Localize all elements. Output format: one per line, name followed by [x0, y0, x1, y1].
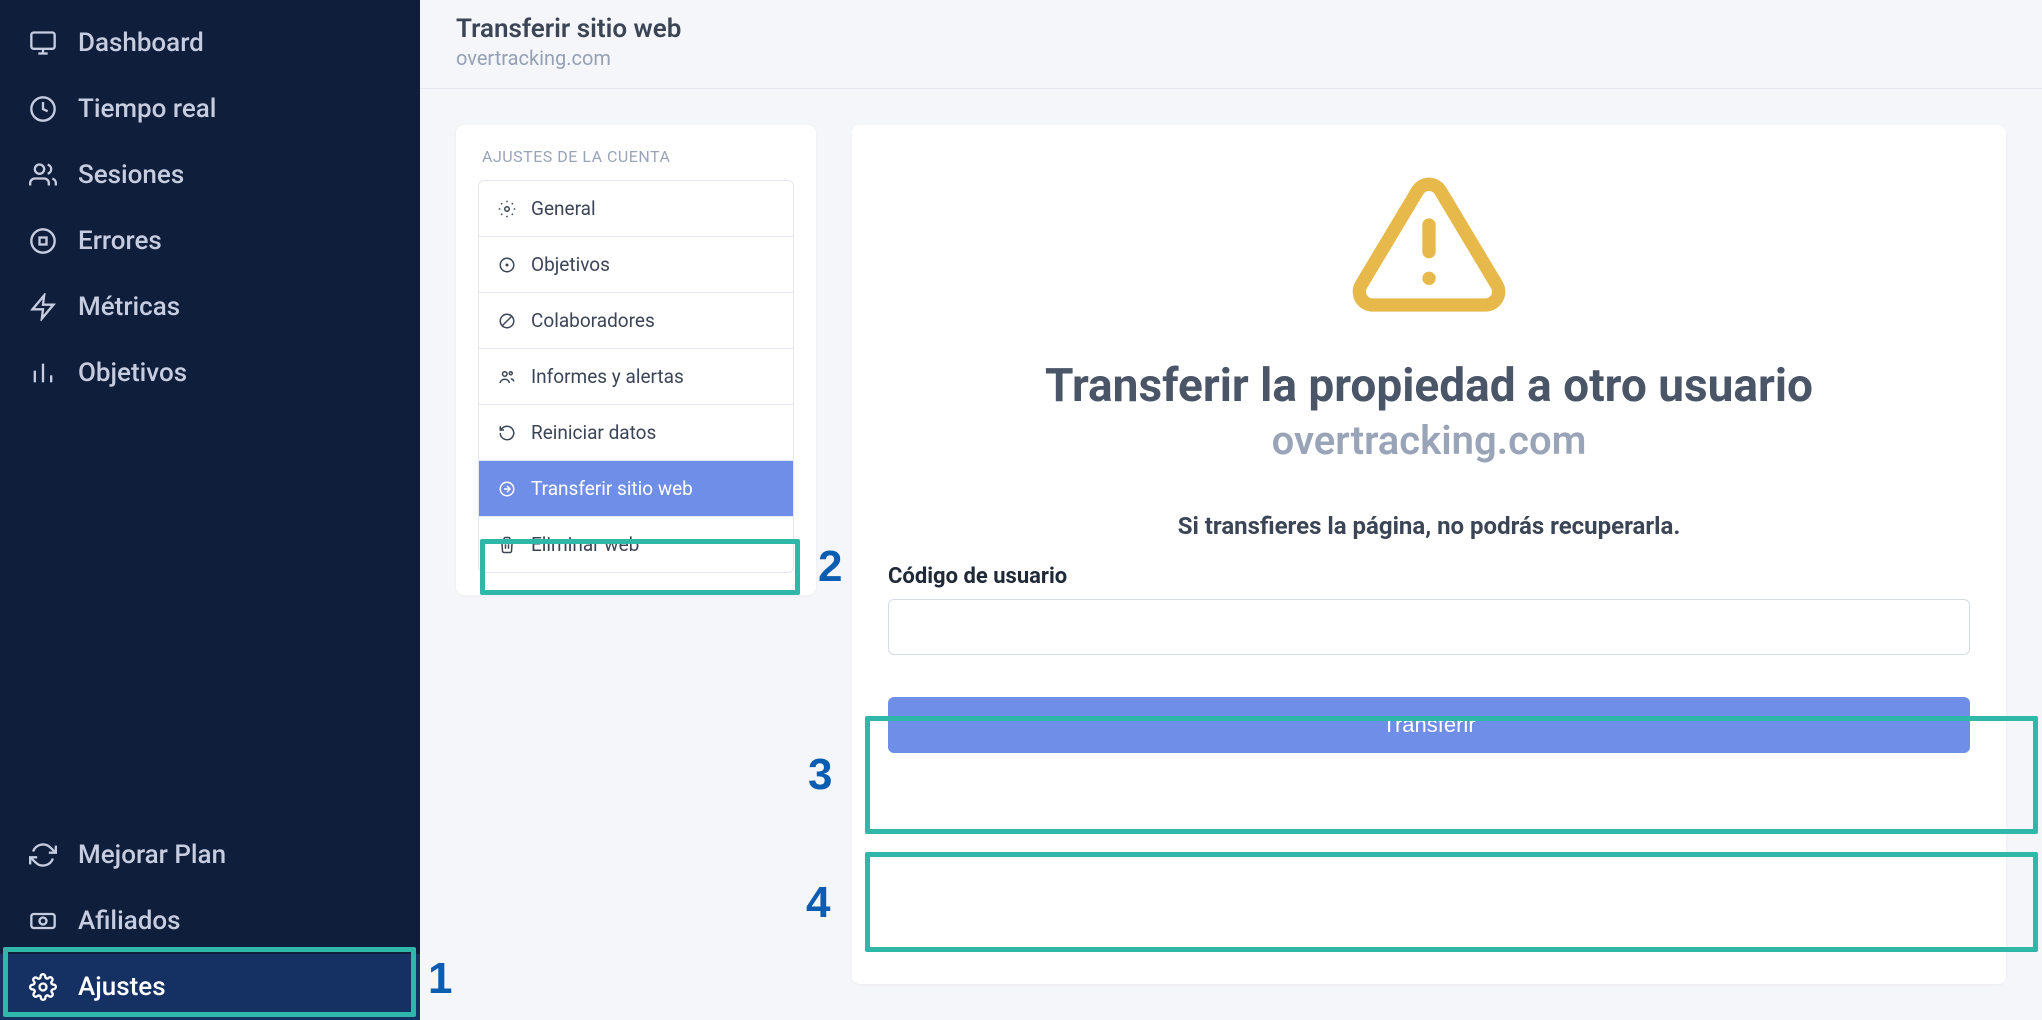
settings-item-label: Objetivos	[531, 253, 610, 276]
sidebar-item-errors[interactable]: Errores	[0, 208, 420, 274]
settings-item-label: Transferir sitio web	[531, 477, 693, 500]
gear-small-icon	[497, 199, 517, 219]
sidebar-item-label: Afiliados	[78, 906, 181, 936]
settings-item-label: Reiniciar datos	[531, 421, 656, 444]
panel-warning: Si transfieres la página, no podrás recu…	[1178, 512, 1681, 540]
settings-item-reports[interactable]: Informes y alertas	[479, 349, 793, 405]
settings-item-objectives[interactable]: Objetivos	[479, 237, 793, 293]
warning-icon	[1339, 165, 1519, 329]
sidebar: Dashboard Tiempo real Sesiones Errores M…	[0, 0, 420, 1020]
settings-item-label: Informes y alertas	[531, 365, 684, 388]
sidebar-item-settings[interactable]: Ajustes	[0, 954, 420, 1020]
page-subtitle: overtracking.com	[456, 46, 2006, 70]
panel-domain: overtracking.com	[1272, 417, 1587, 464]
sidebar-item-affiliates[interactable]: Afiliados	[0, 888, 420, 954]
sidebar-item-label: Errores	[78, 226, 162, 256]
settings-item-general[interactable]: General	[479, 181, 793, 237]
people-icon	[497, 367, 517, 387]
sidebar-item-upgrade[interactable]: Mejorar Plan	[0, 822, 420, 888]
page-header: Transferir sitio web overtracking.com	[420, 0, 2042, 89]
sidebar-item-metrics[interactable]: Métricas	[0, 274, 420, 340]
user-code-input[interactable]	[888, 599, 1970, 655]
settings-item-reset[interactable]: Reiniciar datos	[479, 405, 793, 461]
settings-item-delete[interactable]: Eliminar web	[479, 517, 793, 572]
settings-item-label: Eliminar web	[531, 533, 639, 556]
sidebar-item-label: Objetivos	[78, 358, 187, 388]
transfer-button[interactable]: Transferir	[888, 697, 1970, 753]
money-icon	[28, 906, 58, 936]
sidebar-item-label: Ajustes	[78, 972, 166, 1002]
sidebar-item-label: Sesiones	[78, 160, 184, 190]
settings-item-label: General	[531, 197, 596, 220]
settings-list: General Objetivos Colaboradores	[478, 180, 794, 573]
sidebar-item-label: Dashboard	[78, 28, 204, 58]
sidebar-item-objectives[interactable]: Objetivos	[0, 340, 420, 406]
settings-panel-title: AJUSTES DE LA CUENTA	[478, 147, 794, 166]
transfer-panel: Transferir la propiedad a otro usuario o…	[852, 125, 2006, 984]
transfer-form: Código de usuario Transferir	[888, 552, 1970, 753]
target-icon	[497, 255, 517, 275]
settings-item-transfer[interactable]: Transferir sitio web	[479, 461, 793, 517]
settings-panel: AJUSTES DE LA CUENTA General Objetivos	[456, 125, 816, 595]
refresh-icon	[28, 840, 58, 870]
trash-icon	[497, 535, 517, 555]
sidebar-item-label: Métricas	[78, 292, 180, 322]
bar-chart-icon	[28, 358, 58, 388]
stop-icon	[28, 226, 58, 256]
sidebar-item-sessions[interactable]: Sesiones	[0, 142, 420, 208]
sidebar-item-label: Tiempo real	[78, 94, 216, 124]
monitor-icon	[28, 28, 58, 58]
users-icon	[28, 160, 58, 190]
main: Transferir sitio web overtracking.com AJ…	[420, 0, 2042, 1020]
gear-icon	[28, 972, 58, 1002]
page-title: Transferir sitio web	[456, 14, 2006, 44]
panel-title: Transferir la propiedad a otro usuario	[1045, 359, 1813, 413]
user-code-label: Código de usuario	[888, 564, 1970, 589]
sidebar-item-dashboard[interactable]: Dashboard	[0, 10, 420, 76]
sidebar-item-label: Mejorar Plan	[78, 840, 226, 870]
settings-item-label: Colaboradores	[531, 309, 655, 332]
sidebar-item-realtime[interactable]: Tiempo real	[0, 76, 420, 142]
settings-item-collaborators[interactable]: Colaboradores	[479, 293, 793, 349]
zap-icon	[28, 292, 58, 322]
transfer-icon	[497, 479, 517, 499]
clock-icon	[28, 94, 58, 124]
reload-icon	[497, 423, 517, 443]
block-icon	[497, 311, 517, 331]
